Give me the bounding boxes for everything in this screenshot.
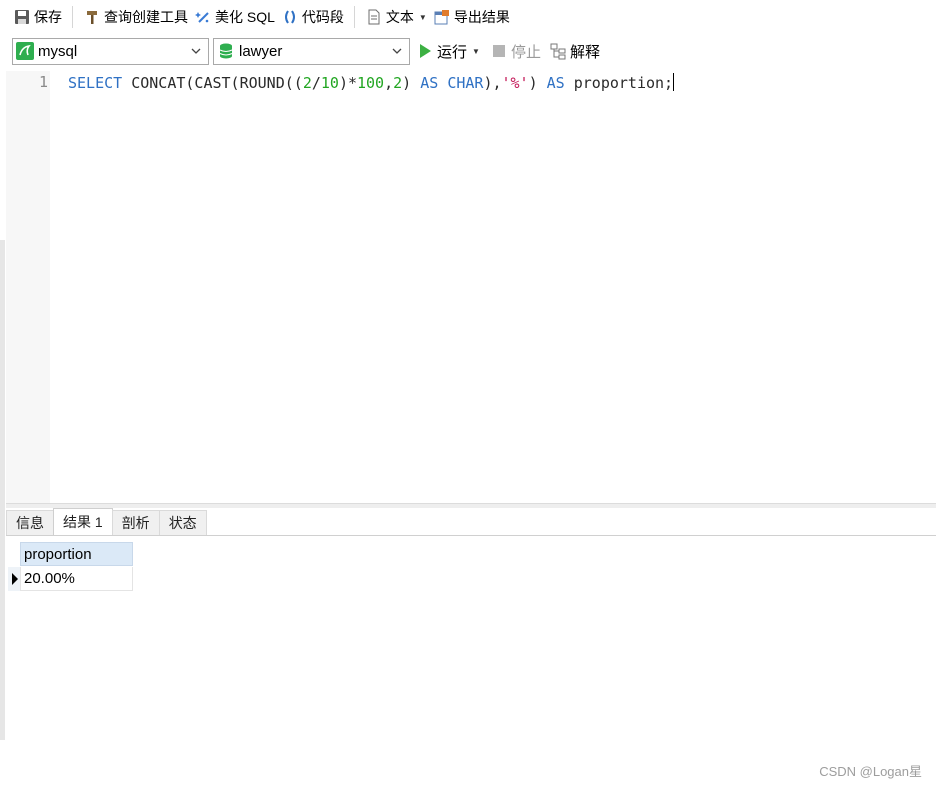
column-header-proportion[interactable]: proportion	[20, 542, 133, 566]
code-token: ),	[483, 74, 502, 92]
main-toolbar: 保存 查询创建工具 美化 SQL 代码段 文本 ▼ 导出结果	[0, 0, 936, 34]
save-button[interactable]: 保存	[10, 4, 65, 30]
code-token: 10	[320, 74, 339, 92]
result-tab[interactable]: 剖析	[111, 510, 160, 535]
run-button[interactable]: 运行 ▼	[420, 41, 480, 62]
result-tab[interactable]: 信息	[6, 510, 54, 535]
database-icon	[217, 42, 235, 60]
code-token: )*	[338, 74, 357, 92]
explain-button[interactable]: 解释	[550, 41, 600, 62]
query-builder-label: 查询创建工具	[104, 9, 188, 25]
watermark: CSDN @Logan星	[819, 764, 922, 779]
code-token: CHAR	[447, 74, 484, 92]
line-number: 1	[38, 73, 48, 91]
connection-value: mysql	[38, 42, 78, 60]
run-label: 运行	[437, 43, 468, 61]
query-builder-button[interactable]: 查询创建工具	[80, 4, 191, 30]
caret-down-icon[interactable]: ▼	[472, 47, 480, 56]
result-tab[interactable]: 结果 1	[53, 508, 113, 535]
mysql-connection-icon	[16, 42, 34, 60]
explain-icon	[550, 43, 567, 60]
result-tab[interactable]: 状态	[158, 510, 207, 535]
sql-editor[interactable]: 1 SELECT CONCAT(CAST(ROUND((2/10)*100,2)…	[6, 71, 936, 503]
code-token: CONCAT(CAST(ROUND((	[122, 74, 303, 92]
export-results-label: 导出结果	[453, 9, 510, 25]
database-value: lawyer	[239, 42, 283, 60]
beautify-sql-label: 美化 SQL	[215, 9, 275, 25]
code-token: )	[402, 74, 421, 92]
code-token: ,	[384, 74, 394, 92]
hammer-icon	[83, 8, 101, 26]
line-number-gutter: 1	[6, 71, 50, 503]
explain-label: 解释	[569, 43, 600, 61]
window-left-border	[0, 240, 5, 740]
database-select[interactable]: lawyer	[213, 37, 410, 65]
play-icon	[420, 44, 431, 58]
code-token: proportion;	[564, 74, 674, 92]
document-icon	[365, 8, 383, 26]
caret-down-icon[interactable]: ▼	[419, 13, 427, 22]
stop-label: 停止	[510, 43, 541, 61]
code-line[interactable]: SELECT CONCAT(CAST(ROUND((2/10)*100,2) A…	[68, 73, 675, 93]
beautify-sql-button[interactable]: 美化 SQL	[191, 4, 278, 30]
toolbar-divider	[353, 6, 355, 28]
code-token: SELECT	[68, 74, 123, 92]
code-token: 2	[302, 74, 312, 92]
code-snippet-label: 代码段	[301, 9, 344, 25]
connection-select[interactable]: mysql	[12, 37, 209, 65]
code-snippet-button[interactable]: 代码段	[278, 4, 347, 30]
magic-wand-icon	[194, 8, 212, 26]
text-mode-button[interactable]: 文本 ▼	[362, 4, 430, 30]
current-row-arrow-icon	[12, 573, 18, 585]
code-token: )	[528, 74, 547, 92]
code-token: '%'	[501, 74, 529, 92]
code-token: 100	[357, 74, 385, 92]
code-token: /	[311, 74, 321, 92]
parentheses-icon	[281, 8, 299, 26]
row-indicator[interactable]	[8, 567, 20, 591]
code-token: 2	[393, 74, 403, 92]
result-tabs: 信息 结果 1 剖析 状态	[6, 508, 936, 536]
table-row[interactable]: 20.00%	[8, 567, 133, 591]
export-results-button[interactable]: 导出结果	[430, 4, 513, 30]
code-token: AS	[420, 74, 439, 92]
toolbar-divider	[72, 6, 73, 28]
stop-icon	[492, 45, 505, 57]
table-cell[interactable]: 20.00%	[20, 567, 133, 591]
save-icon	[13, 8, 31, 26]
export-icon	[433, 8, 451, 26]
chevron-down-icon	[191, 48, 201, 54]
chevron-down-icon	[392, 48, 402, 54]
text-cursor	[673, 73, 675, 91]
connection-toolbar: mysql lawyer 运行 ▼ 停止 解释	[0, 36, 936, 66]
editor-result-splitter[interactable]	[6, 503, 936, 508]
save-label: 保存	[34, 9, 62, 25]
text-mode-label: 文本	[385, 9, 414, 25]
stop-button[interactable]: 停止	[492, 41, 541, 62]
code-token: AS	[546, 74, 565, 92]
